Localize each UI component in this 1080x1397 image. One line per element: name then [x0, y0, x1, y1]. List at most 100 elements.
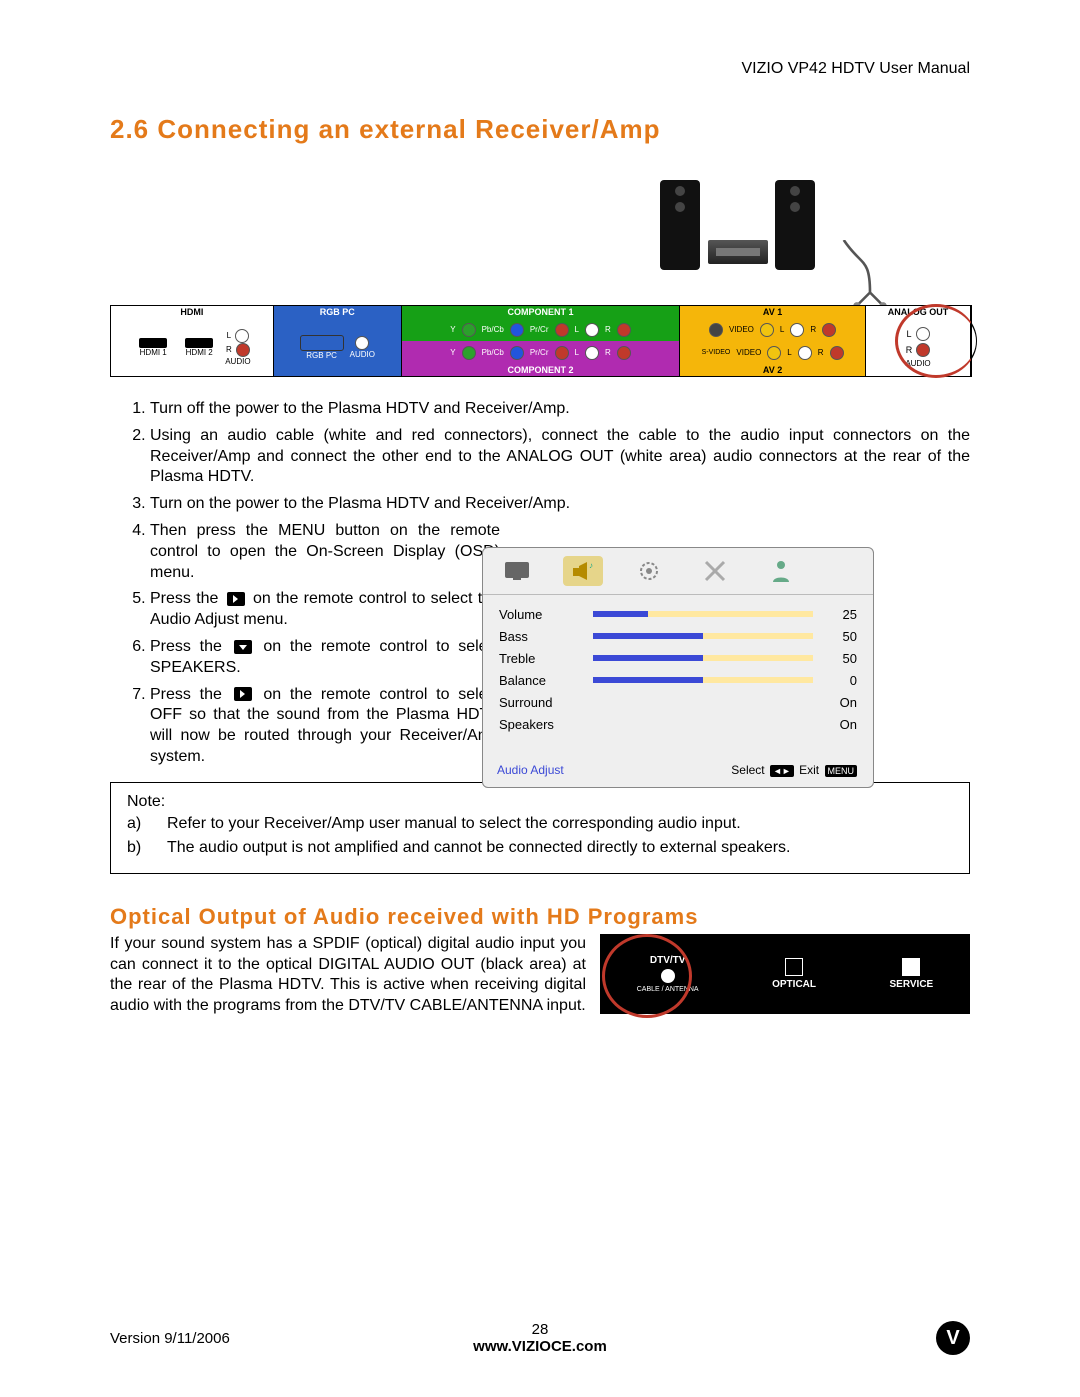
audio-label: AUDIO: [350, 350, 375, 359]
rca-yellow-icon: [760, 323, 774, 337]
r-label: R: [818, 348, 824, 357]
r-label: R: [605, 348, 611, 357]
osd-tab-audio-icon: ♪: [563, 556, 603, 586]
panel-comp2-title: COMPONENT 2: [402, 364, 679, 376]
panel-av1-title: AV 1: [680, 306, 865, 318]
audio-cable-icon: [830, 240, 910, 310]
rca-white-icon: [916, 327, 930, 341]
optical-text: If your sound system has a SPDIF (optica…: [110, 934, 586, 1017]
pb-label: Pb/Cb: [482, 348, 504, 357]
osd-footer-hints: Select ◄► Exit MENU: [731, 763, 859, 777]
osd-row-value: 50: [827, 629, 857, 644]
footer-url: www.VIZIOCE.com: [473, 1338, 607, 1355]
osd-exit-label: Exit: [799, 763, 819, 777]
osd-slider: [593, 611, 813, 617]
pr-label: Pr/Cr: [530, 348, 549, 357]
l-label: L: [575, 325, 579, 334]
note-b-text: The audio output is not amplified and ca…: [167, 839, 791, 857]
note-title: Note:: [127, 793, 953, 811]
video-label: VIDEO: [729, 325, 754, 334]
osd-row-value: 50: [827, 651, 857, 666]
rca-blue-icon: [510, 323, 524, 337]
l-label: L: [780, 325, 784, 334]
osd-row: Volume25: [499, 603, 857, 625]
osd-row-value: On: [827, 695, 857, 710]
rca-red-icon: [236, 343, 250, 357]
hdmi1-label: HDMI 1: [140, 348, 167, 357]
osd-row: Treble 50: [499, 647, 857, 669]
rca-red-icon: [555, 346, 569, 360]
r-label: R: [605, 325, 611, 334]
rear-panel-diagram: HDMI HDMI 1 HDMI 2 L R AUDIO RGB PC RGB …: [110, 305, 972, 377]
osd-row: Speakers On: [499, 713, 857, 735]
panel-comp1-title: COMPONENT 1: [402, 306, 679, 318]
osd-menu-pill-icon: MENU: [825, 765, 858, 777]
pr-label: Pr/Cr: [530, 325, 549, 334]
hdmi-port-icon: [185, 338, 213, 348]
y-label: Y: [450, 325, 455, 334]
svideo-icon: [709, 323, 723, 337]
hdmi2-label: HDMI 2: [186, 348, 213, 357]
r-label: R: [906, 345, 913, 355]
osd-row-label: Balance: [499, 673, 579, 688]
service-port-icon: [902, 958, 920, 976]
audio-label: AUDIO: [225, 357, 250, 366]
osd-slider: [593, 677, 813, 683]
rca-red-icon: [617, 323, 631, 337]
audio-jack-icon: [355, 336, 369, 350]
vizio-logo-icon: V: [936, 1321, 970, 1355]
osd-row: Bass 50: [499, 625, 857, 647]
panel-hdmi-title: HDMI: [111, 306, 273, 318]
rca-white-icon: [798, 346, 812, 360]
l-label: L: [787, 348, 791, 357]
osd-row-label: Speakers: [499, 717, 579, 732]
osd-tab-settings-icon: [629, 556, 669, 586]
rca-red-icon: [617, 346, 631, 360]
remote-right-icon: [234, 687, 252, 701]
optical-panel-diagram: DTV/TV CABLE / ANTENNA OPTICAL SERVICE: [600, 934, 970, 1014]
r-label: R: [810, 325, 816, 334]
remote-right-icon: [227, 592, 245, 606]
osd-tab-picture-icon: [497, 556, 537, 586]
rca-red-icon: [555, 323, 569, 337]
osd-slider: [593, 633, 813, 639]
osd-nav-pill-icon: ◄►: [770, 765, 794, 777]
rca-green-icon: [462, 346, 476, 360]
pb-label: Pb/Cb: [482, 325, 504, 334]
doc-header: VIZIO VP42 HDTV User Manual: [110, 60, 970, 78]
step-1: Turn off the power to the Plasma HDTV an…: [150, 399, 970, 420]
svideo-label: S-VIDEO: [702, 349, 731, 356]
step-text: Press the: [150, 638, 231, 655]
step-4: Then press the MENU button on the remote…: [150, 521, 500, 583]
note-b-key: b): [127, 839, 167, 857]
note-box: Note: a)Refer to your Receiver/Amp user …: [110, 782, 970, 874]
svg-text:♪: ♪: [589, 561, 593, 570]
audio-label: AUDIO: [905, 359, 930, 368]
l-label: L: [906, 329, 911, 339]
rca-blue-icon: [510, 346, 524, 360]
rca-red-icon: [916, 343, 930, 357]
osd-row-label: Bass: [499, 629, 579, 644]
osd-row-value: On: [827, 717, 857, 732]
osd-row-label: Treble: [499, 651, 579, 666]
rca-white-icon: [585, 346, 599, 360]
osd-tab-disabled-icon: [695, 556, 735, 586]
note-a-text: Refer to your Receiver/Amp user manual t…: [167, 815, 741, 833]
rca-red-icon: [830, 346, 844, 360]
l-label: L: [227, 331, 231, 340]
service-label: SERVICE: [890, 979, 934, 990]
optical-heading: Optical Output of Audio received with HD…: [110, 904, 970, 930]
l-label: L: [575, 348, 579, 357]
rca-yellow-icon: [767, 346, 781, 360]
vga-port-icon: [300, 335, 344, 351]
panel-rgb-title: RGB PC: [274, 306, 401, 318]
osd-row: SurroundOn: [499, 691, 857, 713]
osd-footer-title: Audio Adjust: [497, 763, 564, 777]
osd-audio-adjust: ♪ Volume25 Bass 50 Treble 50 Balance 0 Surround…: [482, 547, 874, 788]
osd-select-label: Select: [731, 763, 764, 777]
hdmi-port-icon: [139, 338, 167, 348]
optical-port-icon: [785, 958, 803, 976]
rca-white-icon: [790, 323, 804, 337]
osd-row-value: 0: [827, 673, 857, 688]
rca-red-icon: [822, 323, 836, 337]
